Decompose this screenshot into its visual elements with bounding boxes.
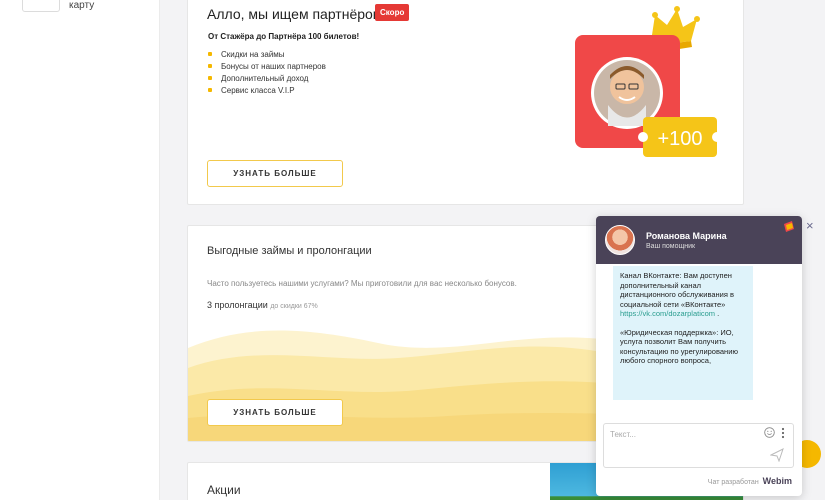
sidebar-item-label[interactable]: карту <box>69 0 94 11</box>
operator-message-bubble: Канал ВКонтакте: Вам доступен дополнител… <box>613 266 753 400</box>
chat-close-icon[interactable]: × <box>806 218 814 233</box>
loans-prolongation: 3 пролонгации до скидки 67% <box>207 300 318 310</box>
more-dots-icon[interactable] <box>781 427 785 439</box>
message-text: Канал ВКонтакте: Вам доступен дополнител… <box>620 271 734 309</box>
message-link-tail: . <box>715 309 720 318</box>
prolongation-discount: до скидки 67% <box>270 303 318 310</box>
footer-text: Чат разработан <box>707 479 759 486</box>
partners-title: Алло, мы ищем партнёров! <box>207 6 385 22</box>
chat-footer: Чат разработан Webim <box>596 476 802 492</box>
partners-subtitle: От Стажёра до Партнёра 100 билетов! <box>208 32 360 41</box>
partners-learn-more-button[interactable]: УЗНАТЬ БОЛЬШЕ <box>207 160 343 187</box>
sidebar-counter-box[interactable] <box>22 0 60 12</box>
loans-title: Выгодные займы и пролонгации <box>207 245 372 257</box>
chat-message-input[interactable]: Текст... <box>603 423 794 468</box>
chat-widget: Романова Марина Ваш помощник Канал ВКонт… <box>596 216 802 496</box>
bullet-item: Сервис класса V.I.P <box>208 86 326 98</box>
chat-messages: Канал ВКонтакте: Вам доступен дополнител… <box>596 264 802 424</box>
loans-description: Часто пользуетесь нашими услугами? Мы пр… <box>207 279 517 288</box>
operator-name: Романова Марина <box>646 231 727 241</box>
webim-brand[interactable]: Webim <box>763 476 792 486</box>
loans-learn-more-button[interactable]: УЗНАТЬ БОЛЬШЕ <box>207 399 343 426</box>
vk-link[interactable]: https://vk.com/dozarplaticom <box>620 309 715 318</box>
prolongation-count: 3 пролонгации <box>207 300 268 310</box>
left-sidebar: карту <box>0 0 160 500</box>
chat-header: Романова Марина Ваш помощник <box>596 216 802 264</box>
partners-card: Алло, мы ищем партнёров! Скоро От Стажёр… <box>187 0 744 205</box>
partners-bullet-list: Скидки на займы Бонусы от наших партнеро… <box>208 50 326 98</box>
bullet-item: Бонусы от наших партнеров <box>208 62 326 74</box>
bullet-item: Скидки на займы <box>208 50 326 62</box>
message-paragraph: Канал ВКонтакте: Вам доступен дополнител… <box>620 271 746 319</box>
promo-plus-value: +100 <box>657 128 702 150</box>
bullet-item: Дополнительный доход <box>208 74 326 86</box>
chat-input-placeholder: Текст... <box>610 430 636 439</box>
chat-logo-icon <box>784 221 794 232</box>
operator-avatar <box>605 225 635 255</box>
smile-icon[interactable] <box>764 427 775 438</box>
soon-badge: Скоро <box>375 4 410 21</box>
message-paragraph: «Юридическая поддержка»: ИО, услуга позв… <box>620 328 746 366</box>
send-icon[interactable] <box>770 448 784 462</box>
message-text: «Юридическая поддержка»: ИО, услуга позв… <box>620 327 739 366</box>
promotions-title: Акции <box>207 483 241 497</box>
operator-role: Ваш помощник <box>646 243 696 250</box>
partners-promo-illustration: +100 <box>575 6 722 157</box>
